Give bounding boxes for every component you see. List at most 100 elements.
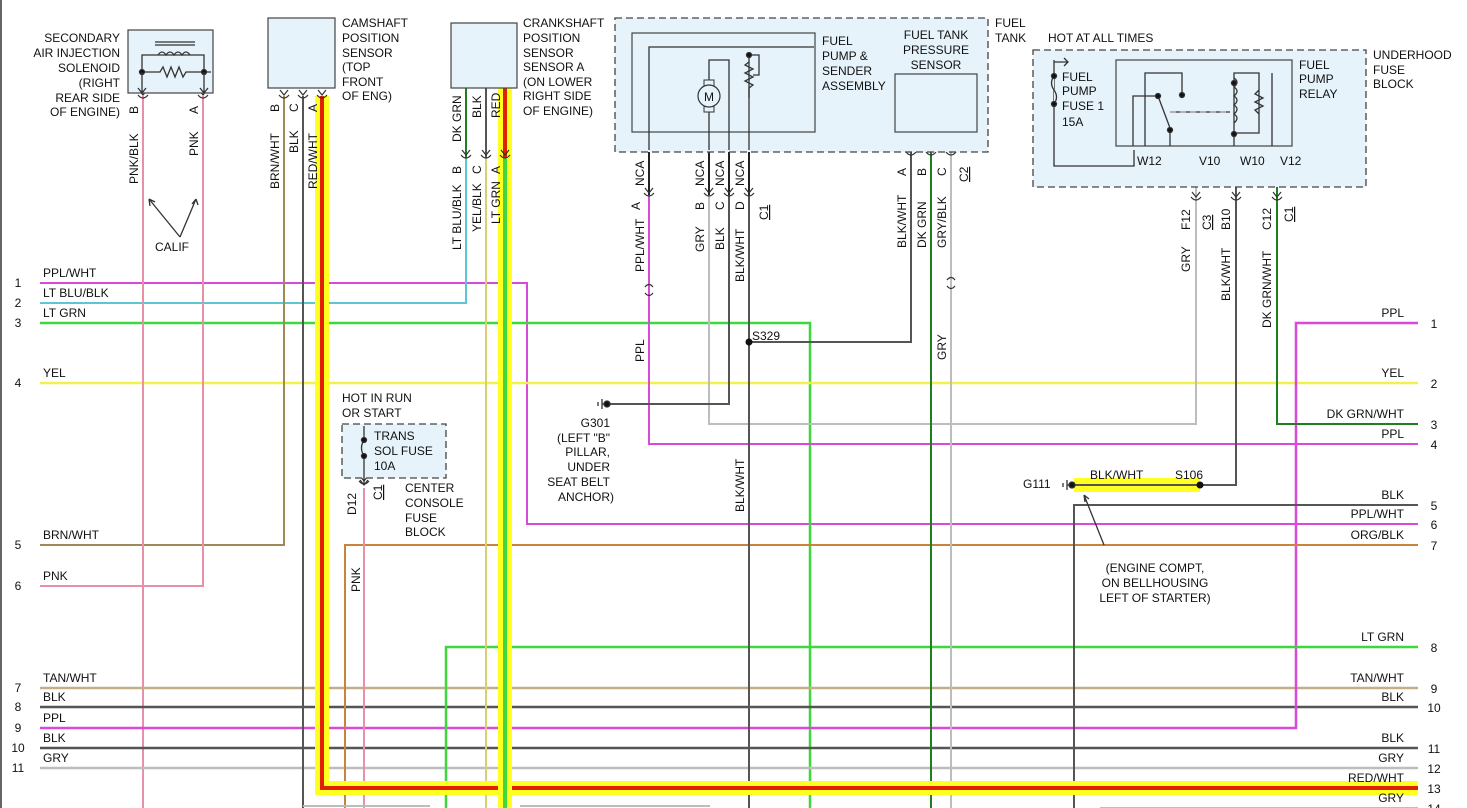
connector-label: C2 (957, 166, 971, 182)
left-row-wire-label: PNK (43, 569, 68, 583)
fuse1-label: PUMP (1062, 84, 1097, 98)
wire-label: BLK/WHT (1090, 468, 1144, 482)
crankshaft-label: POSITION (523, 31, 580, 45)
terminal-label: V12 (1280, 154, 1302, 168)
ground-g301-icon (597, 399, 611, 409)
g301-label: ANCHOR) (558, 490, 614, 504)
wire-label: RED (489, 92, 503, 118)
right-row-wire-label: PPL (1381, 427, 1404, 441)
g111-location-label: (ENGINE COMPT, (1106, 561, 1205, 575)
g111-label: G111 (1023, 477, 1051, 491)
s106-label: S106 (1175, 468, 1203, 482)
solenoid-box (127, 29, 214, 94)
fuse1-label: FUEL (1062, 70, 1093, 84)
hot-at-all-times-label: HOT AT ALL TIMES (1048, 31, 1153, 45)
wire-blk-wht-b10 (1200, 146, 1237, 486)
left-row-number: 11 (12, 761, 25, 775)
solenoid-label: OF ENGINE) (50, 105, 120, 119)
calif-label: CALIF (155, 240, 189, 254)
right-row-number: 12 (1427, 762, 1441, 776)
crankshaft-label: SENSOR (523, 46, 574, 60)
pin-label: C (287, 103, 301, 112)
crankshaft-label: SENSOR A (523, 60, 584, 74)
crankshaft-sensor-box (450, 22, 518, 89)
pressure-sensor-box (894, 73, 978, 133)
camshaft-label: POSITION (342, 31, 399, 45)
wire-label: LT GRN (489, 181, 503, 224)
left-row-number: 3 (15, 316, 22, 330)
pin-label: C (470, 165, 484, 174)
right-row-wire-label: RED/WHT (1348, 771, 1405, 785)
nca-label: NCA (633, 161, 647, 186)
pin-label: B (693, 202, 707, 210)
trans-fuse-label: TRANS (374, 429, 415, 443)
left-row-number: 10 (11, 741, 25, 755)
wire-label: PPL/WHT (633, 218, 647, 272)
wire-pnk (40, 96, 204, 587)
center-console-label: BLOCK (405, 525, 446, 539)
right-row-number: 6 (1431, 518, 1438, 532)
right-row-wire-label: ORG/BLK (1351, 528, 1404, 542)
left-row-wire-label: GRY (43, 751, 69, 765)
wire-label: DK GRN (915, 201, 929, 248)
g301-label: G301 (581, 416, 611, 430)
right-row-number: 5 (1431, 499, 1438, 513)
wire-brn-wht (40, 96, 285, 546)
left-row-wire-label: PPL/WHT (43, 266, 97, 280)
pin-label: D (733, 201, 747, 210)
camshaft-label: CAMSHAFT (342, 16, 409, 30)
terminal-label: W10 (1240, 154, 1265, 168)
pin-label: F12 (1179, 209, 1193, 230)
right-row-number: 2 (1431, 377, 1438, 391)
center-console-label: CENTER (405, 481, 455, 495)
camshaft-label: FRONT (342, 75, 384, 89)
fuel-pump-relay-box (1115, 59, 1293, 147)
pin-label: C (935, 167, 949, 176)
pin-label: D12 (345, 493, 359, 515)
g111-location-label: LEFT OF STARTER) (1099, 591, 1210, 605)
right-row-wire-label: BLK (1381, 488, 1404, 502)
pin-label: A (187, 106, 201, 114)
wire-label: BLK/WHT (733, 458, 747, 512)
relay-label: RELAY (1299, 87, 1337, 101)
wire-label: BLK/WHT (733, 228, 747, 282)
wire-lt-grn (40, 321, 812, 808)
right-row-number: 3 (1431, 418, 1438, 432)
right-row-wire-label: LT GRN (1361, 630, 1404, 644)
left-row-number: 6 (15, 579, 22, 593)
fuel-pump-label: ASSEMBLY (822, 79, 886, 93)
wire-label: BLK (287, 130, 301, 153)
solenoid-label: REAR SIDE (55, 91, 120, 105)
right-row-number: 1 (1431, 317, 1438, 331)
right-row-wire-label: DK GRN/WHT (1327, 407, 1405, 421)
wire-label: YEL/BLK (470, 183, 484, 232)
right-row-number: 4 (1431, 438, 1438, 452)
connector-rows: 1 PPL/WHT 2 LT BLU/BLK 3 LT GRN 4 YEL 5 BRN/WHT 6 P… (11, 266, 1441, 808)
pin-label: C12 (1260, 208, 1274, 230)
left-row-number: 5 (15, 538, 22, 552)
relay-label: FUEL (1299, 58, 1330, 72)
pin-label: B10 (1219, 208, 1233, 230)
right-row-number: 11 (1428, 742, 1441, 756)
trans-fuse-label: 10A (374, 459, 395, 473)
left-row-wire-label: BLK (43, 690, 66, 704)
pin-label: A (306, 104, 320, 112)
underhood-label: UNDERHOOD (1373, 48, 1452, 62)
left-row-number: 9 (15, 721, 22, 735)
wire-label: DK GRN (450, 95, 464, 142)
wire-label: PPL (633, 339, 647, 362)
underhood-label: FUSE (1373, 63, 1405, 77)
fuel-pump-label: SENDER (822, 64, 872, 78)
wire-label: DK GRN/WHT (1260, 250, 1274, 328)
wire-label: GRY (935, 334, 949, 360)
right-row-number: 10 (1427, 701, 1441, 715)
left-row-wire-label: PPL (43, 711, 66, 725)
solenoid-label: AIR INJECTION (33, 46, 120, 60)
crankshaft-label: CRANKSHAFT (523, 16, 605, 30)
pressure-sensor-label: FUEL TANK (904, 28, 968, 42)
solenoid-label: (RIGHT (79, 76, 121, 90)
right-row-wire-label: YEL (1381, 366, 1404, 380)
underhood-label: BLOCK (1373, 77, 1414, 91)
splice-s106-dot (1196, 481, 1204, 489)
camshaft-label: OF ENG) (342, 89, 392, 103)
